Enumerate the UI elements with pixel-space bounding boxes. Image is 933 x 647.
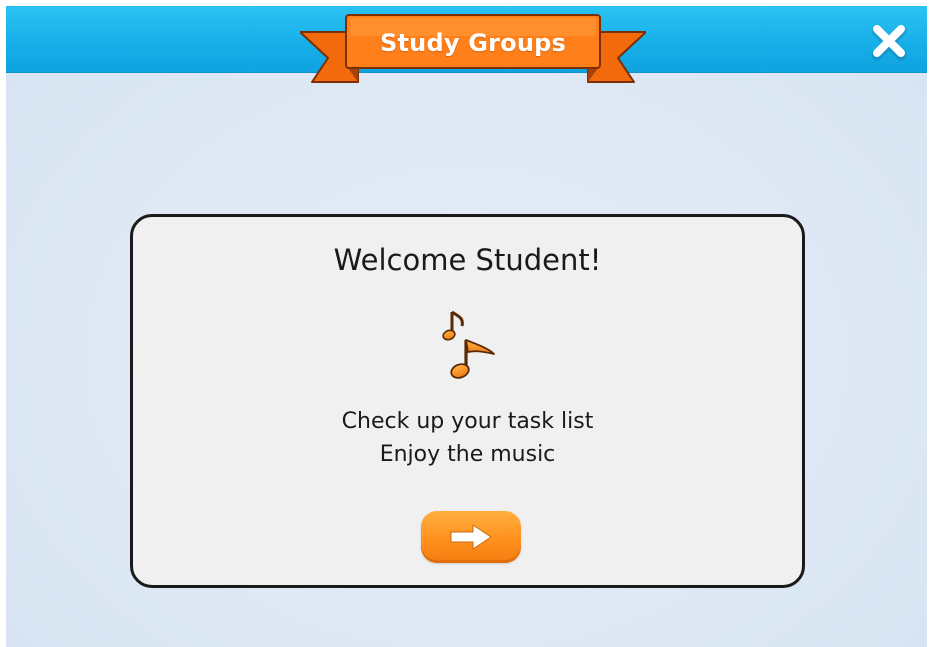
close-button[interactable] (868, 21, 910, 63)
close-icon[interactable] (868, 21, 910, 63)
message-line-task-list: Check up your task list (341, 409, 594, 434)
message-line-music: Enjoy the music (379, 442, 556, 467)
next-button[interactable] (421, 511, 521, 563)
page-title: Study Groups (380, 29, 566, 57)
title-ribbon: Study Groups (300, 12, 646, 88)
dialog-heading: Welcome Student! (333, 243, 602, 277)
dialog-message: Check up your task list Enjoy the music (133, 405, 802, 471)
arrow-right-icon[interactable] (449, 524, 493, 550)
app-window: Study Groups Welcome Student! Check up y… (6, 6, 927, 647)
welcome-dialog: Welcome Student! Check up your task list… (130, 214, 805, 588)
music-notes-icon (442, 310, 495, 379)
